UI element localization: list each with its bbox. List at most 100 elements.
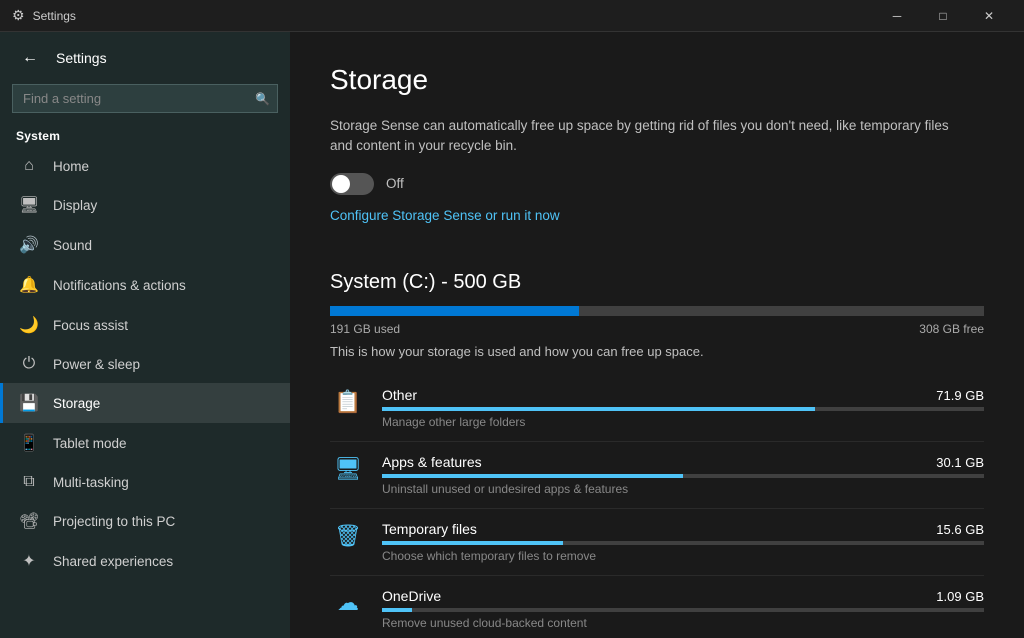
storage-sense-toggle-row: Off — [330, 173, 984, 195]
sidebar-item-label: Focus assist — [53, 318, 128, 333]
other-bar-fill — [382, 407, 815, 411]
storage-categories: 📋 Other 71.9 GB Manage other large folde… — [330, 375, 984, 638]
other-header: Other 71.9 GB — [382, 387, 984, 403]
apps-bar-bg — [382, 474, 984, 478]
sidebar-item-label: Tablet mode — [53, 436, 127, 451]
onedrive-icon: ☁ — [330, 590, 366, 616]
temp-content: Temporary files 15.6 GB Choose which tem… — [382, 521, 984, 563]
sidebar-item-storage[interactable]: 💾 Storage — [0, 383, 290, 423]
storage-icon: 💾 — [19, 393, 39, 413]
onedrive-name: OneDrive — [382, 588, 441, 604]
other-name: Other — [382, 387, 417, 403]
other-desc: Manage other large folders — [382, 415, 984, 429]
sound-icon: 🔊 — [19, 235, 39, 255]
apps-header: Apps & features 30.1 GB — [382, 454, 984, 470]
main-layout: ← Settings 🔍 System ⌂ Home 🖥 Display 🔊 S… — [0, 32, 1024, 638]
configure-link[interactable]: Configure Storage Sense or run it now — [330, 208, 560, 223]
sidebar-item-label: Projecting to this PC — [53, 514, 175, 529]
onedrive-header: OneDrive 1.09 GB — [382, 588, 984, 604]
sidebar-item-label: Sound — [53, 238, 92, 253]
toggle-label: Off — [386, 176, 404, 191]
search-input[interactable] — [12, 84, 278, 113]
multitasking-icon: ⧉ — [19, 473, 39, 491]
other-size: 71.9 GB — [936, 388, 984, 403]
maximize-button[interactable]: □ — [920, 0, 966, 32]
storage-bar-background — [330, 306, 984, 316]
titlebar: ⚙ Settings ─ □ ✕ — [0, 0, 1024, 32]
sidebar-item-label: Notifications & actions — [53, 278, 186, 293]
sidebar-item-notifications[interactable]: 🔔 Notifications & actions — [0, 265, 290, 305]
storage-sense-description: Storage Sense can automatically free up … — [330, 116, 950, 157]
storage-bar-fill — [330, 306, 579, 316]
titlebar-controls: ─ □ ✕ — [874, 0, 1012, 32]
sidebar-item-display[interactable]: 🖥 Display — [0, 185, 290, 225]
tablet-icon: 📱 — [19, 433, 39, 453]
sidebar-item-projecting[interactable]: 📽 Projecting to this PC — [0, 501, 290, 541]
onedrive-bar-bg — [382, 608, 984, 612]
temp-size: 15.6 GB — [936, 522, 984, 537]
shared-icon: ✦ — [19, 551, 39, 571]
sidebar-item-label: Power & sleep — [53, 357, 140, 372]
titlebar-title: Settings — [33, 9, 874, 23]
onedrive-desc: Remove unused cloud-backed content — [382, 616, 984, 630]
apps-content: Apps & features 30.1 GB Uninstall unused… — [382, 454, 984, 496]
used-label: 191 GB used — [330, 322, 400, 336]
temp-header: Temporary files 15.6 GB — [382, 521, 984, 537]
search-box: 🔍 — [12, 84, 278, 113]
sidebar-item-label: Shared experiences — [53, 554, 173, 569]
sidebar-item-home[interactable]: ⌂ Home — [0, 147, 290, 185]
sidebar-item-power[interactable]: ⏻ Power & sleep — [0, 345, 290, 383]
home-icon: ⌂ — [19, 157, 39, 175]
storage-bar — [330, 306, 984, 316]
sidebar-item-sound[interactable]: 🔊 Sound — [0, 225, 290, 265]
settings-icon: ⚙ — [12, 7, 25, 24]
focus-icon: 🌙 — [19, 315, 39, 335]
other-content: Other 71.9 GB Manage other large folders — [382, 387, 984, 429]
category-apps[interactable]: 🖥 Apps & features 30.1 GB Uninstall unus… — [330, 442, 984, 509]
back-button[interactable]: ← — [16, 44, 44, 72]
temp-desc: Choose which temporary files to remove — [382, 549, 984, 563]
apps-icon: 🖥 — [330, 456, 366, 482]
category-onedrive[interactable]: ☁ OneDrive 1.09 GB Remove unused cloud-b… — [330, 576, 984, 638]
sidebar: ← Settings 🔍 System ⌂ Home 🖥 Display 🔊 S… — [0, 32, 290, 638]
system-drive-title: System (C:) - 500 GB — [330, 271, 984, 294]
projecting-icon: 📽 — [19, 511, 39, 531]
minimize-button[interactable]: ─ — [874, 0, 920, 32]
sidebar-item-label: Storage — [53, 396, 100, 411]
storage-sense-toggle[interactable] — [330, 173, 374, 195]
category-other[interactable]: 📋 Other 71.9 GB Manage other large folde… — [330, 375, 984, 442]
storage-bar-labels: 191 GB used 308 GB free — [330, 322, 984, 336]
display-icon: 🖥 — [19, 195, 39, 215]
search-icon: 🔍 — [255, 92, 270, 106]
sidebar-item-tablet[interactable]: 📱 Tablet mode — [0, 423, 290, 463]
content-area: Storage Storage Sense can automatically … — [290, 32, 1024, 638]
apps-desc: Uninstall unused or undesired apps & fea… — [382, 482, 984, 496]
onedrive-size: 1.09 GB — [936, 589, 984, 604]
temp-icon: 🗑 — [330, 523, 366, 549]
page-title: Storage — [330, 64, 984, 96]
free-label: 308 GB free — [919, 322, 984, 336]
sidebar-item-multitasking[interactable]: ⧉ Multi-tasking — [0, 463, 290, 501]
sidebar-item-label: Multi-tasking — [53, 475, 129, 490]
sidebar-item-shared[interactable]: ✦ Shared experiences — [0, 541, 290, 581]
app-title: Settings — [56, 50, 107, 66]
temp-name: Temporary files — [382, 521, 477, 537]
close-button[interactable]: ✕ — [966, 0, 1012, 32]
temp-bar-bg — [382, 541, 984, 545]
onedrive-content: OneDrive 1.09 GB Remove unused cloud-bac… — [382, 588, 984, 630]
other-icon: 📋 — [330, 389, 366, 415]
apps-name: Apps & features — [382, 454, 482, 470]
notifications-icon: 🔔 — [19, 275, 39, 295]
sidebar-item-focus[interactable]: 🌙 Focus assist — [0, 305, 290, 345]
category-temp[interactable]: 🗑 Temporary files 15.6 GB Choose which t… — [330, 509, 984, 576]
temp-bar-fill — [382, 541, 563, 545]
apps-size: 30.1 GB — [936, 455, 984, 470]
onedrive-bar-fill — [382, 608, 412, 612]
apps-bar-fill — [382, 474, 683, 478]
sidebar-section-label: System — [0, 121, 290, 147]
sidebar-item-label: Home — [53, 159, 89, 174]
sidebar-header: ← Settings — [0, 32, 290, 84]
storage-info-text: This is how your storage is used and how… — [330, 344, 984, 359]
nav-items: ⌂ Home 🖥 Display 🔊 Sound 🔔 Notifications… — [0, 147, 290, 581]
other-bar-bg — [382, 407, 984, 411]
